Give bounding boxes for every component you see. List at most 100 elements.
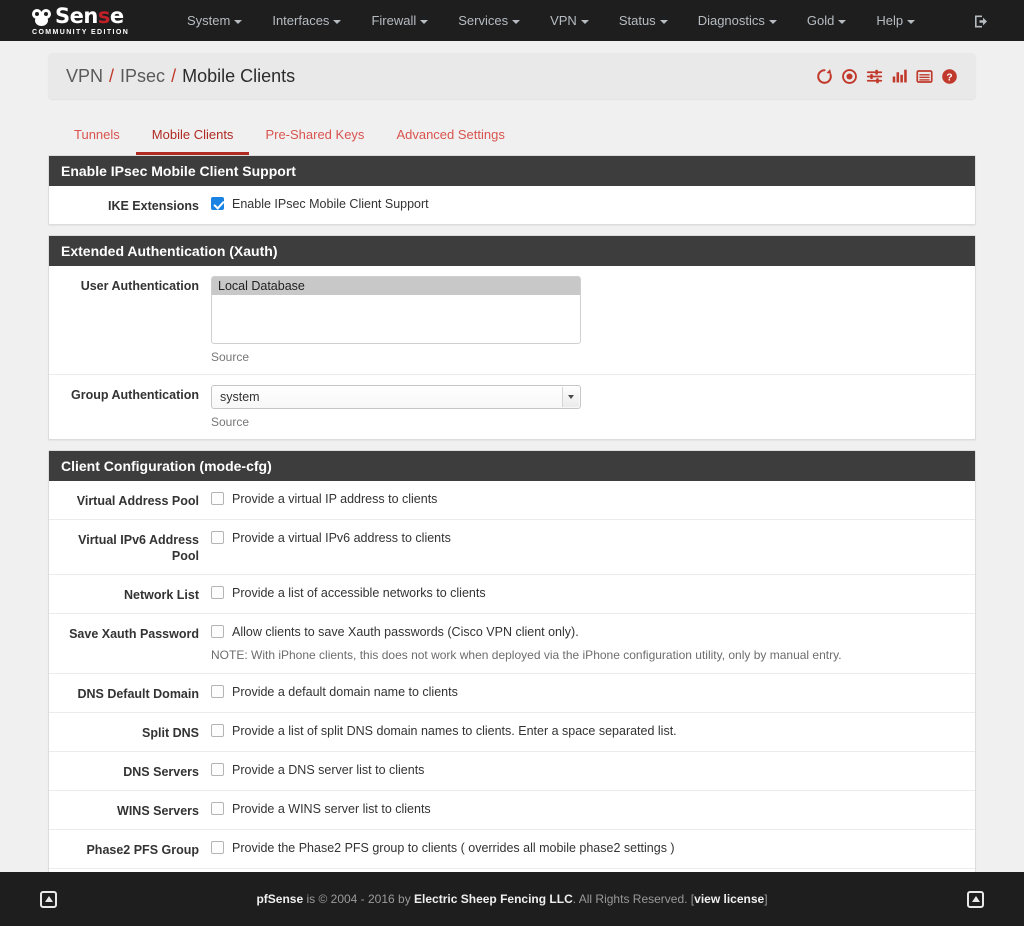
tab-mobile-clients[interactable]: Mobile Clients <box>135 119 250 155</box>
panel-client-configuration: Client Configuration (mode-cfg) Virtual … <box>48 450 976 908</box>
record-icon[interactable] <box>841 68 858 85</box>
brand-subtitle: COMMUNITY EDITION <box>32 28 130 36</box>
field-label: Group Authentication <box>71 388 199 402</box>
checkbox-enable-ipsec-mobile-client-support[interactable] <box>211 197 224 210</box>
checkbox-save-xauth-password[interactable] <box>211 625 224 638</box>
footer-text-c: ] <box>764 892 768 906</box>
breadcrumb-separator: / <box>109 65 115 86</box>
panel-enable-mobile-client-support: Enable IPsec Mobile Client Support IKE E… <box>48 155 976 225</box>
checkbox-label: Provide the Phase2 PFS group to clients … <box>232 841 675 855</box>
checkbox-line: Provide a default domain name to clients <box>211 684 961 700</box>
page-container: VPN / IPsec / Mobile Clients ? Tunnels M… <box>0 53 1024 926</box>
panel-body: IKE Extensions Enable IPsec Mobile Clien… <box>49 186 975 224</box>
checkbox-line: Provide a DNS server list to clients <box>211 762 961 778</box>
field-control: system Source <box>211 385 975 429</box>
tab-tunnels[interactable]: Tunnels <box>58 119 136 155</box>
checkbox-split-dns[interactable] <box>211 724 224 737</box>
footer-company: Electric Sheep Fencing LLC <box>414 892 573 906</box>
form-row-phase2-pfs-group: Phase2 PFS Group Provide the Phase2 PFS … <box>49 830 975 869</box>
nav-item-help[interactable]: Help <box>861 0 930 41</box>
chevron-down-icon <box>580 19 589 24</box>
nav-item-system[interactable]: System <box>172 0 257 41</box>
breadcrumb-item-mobile-clients: Mobile Clients <box>182 65 296 86</box>
checkbox-phase2-pfs-group[interactable] <box>211 841 224 854</box>
logout-button[interactable] <box>962 0 1002 41</box>
footer-text-a: is © 2004 - 2016 by <box>303 892 415 906</box>
footer-product-name: pfSense <box>256 892 304 906</box>
field-control: Provide a virtual IP address to clients <box>211 491 975 509</box>
panel-body: User Authentication Local Database Sourc… <box>49 266 975 439</box>
breadcrumb-item-ipsec[interactable]: IPsec <box>120 66 165 87</box>
checkbox-dns-default-domain[interactable] <box>211 685 224 698</box>
checkbox-network-list[interactable] <box>211 586 224 599</box>
form-row-user-authentication: User Authentication Local Database Sourc… <box>49 266 975 375</box>
svg-text:?: ? <box>946 72 952 83</box>
checkbox-label: Provide a DNS server list to clients <box>232 763 425 777</box>
bar-chart-icon[interactable] <box>891 68 908 85</box>
form-row-virtual-address-pool: Virtual Address Pool Provide a virtual I… <box>49 481 975 520</box>
field-note: NOTE: With iPhone clients, this does not… <box>211 648 842 662</box>
nav-item-firewall[interactable]: Firewall <box>356 0 443 41</box>
checkbox-dns-servers[interactable] <box>211 763 224 776</box>
checkbox-label: Allow clients to save Xauth passwords (C… <box>232 625 579 639</box>
tab-pre-shared-keys[interactable]: Pre-Shared Keys <box>249 119 380 155</box>
field-control: Provide a default domain name to clients <box>211 684 975 702</box>
tab-advanced-settings[interactable]: Advanced Settings <box>380 119 520 155</box>
form-row-group-authentication: Group Authentication system Source <box>49 375 975 439</box>
nav-item-diagnostics[interactable]: Diagnostics <box>683 0 792 41</box>
chevron-down-icon <box>234 19 243 24</box>
nav-item-gold[interactable]: Gold <box>792 0 861 41</box>
field-control: Provide a WINS server list to clients <box>211 801 975 819</box>
list-icon[interactable] <box>916 68 933 85</box>
chevron-down-icon <box>768 19 777 24</box>
field-control: Allow clients to save Xauth passwords (C… <box>211 624 975 663</box>
form-row-ike-extensions: IKE Extensions Enable IPsec Mobile Clien… <box>49 186 975 224</box>
footer-copyright: pfSense is © 2004 - 2016 by Electric She… <box>57 892 967 906</box>
nav-item-status[interactable]: Status <box>604 0 683 41</box>
checkbox-label: Provide a list of accessible networks to… <box>232 586 486 600</box>
group-authentication-select[interactable]: system <box>211 385 581 409</box>
help-icon[interactable]: ? <box>941 68 958 85</box>
field-label: WINS Servers <box>117 804 199 818</box>
scroll-to-top-button-right[interactable] <box>967 890 984 908</box>
field-label: Virtual IPv6 Address Pool <box>78 533 199 563</box>
footer-text-b: . All Rights Reserved. [ <box>572 892 695 906</box>
form-row-dns-servers: DNS Servers Provide a DNS server list to… <box>49 752 975 791</box>
nav-menu: System Interfaces Firewall Services VPN … <box>172 0 930 41</box>
field-label: Phase2 PFS Group <box>86 843 199 857</box>
form-row-wins-servers: WINS Servers Provide a WINS server list … <box>49 791 975 830</box>
checkbox-label: Provide a WINS server list to clients <box>232 802 431 816</box>
checkbox-wins-servers[interactable] <box>211 802 224 815</box>
brand-wordmark: Sense <box>32 6 124 28</box>
field-label: Split DNS <box>142 726 199 740</box>
pfsense-mark-icon <box>32 8 54 26</box>
arrow-up-icon <box>971 896 980 902</box>
nav-item-interfaces[interactable]: Interfaces <box>257 0 356 41</box>
breadcrumb-separator: / <box>171 65 177 86</box>
checkbox-line: Provide a virtual IPv6 address to client… <box>211 530 961 546</box>
panel-title: Enable IPsec Mobile Client Support <box>49 156 975 186</box>
chevron-down-icon <box>512 19 521 24</box>
pfsense-logo[interactable]: Sense COMMUNITY EDITION <box>32 6 150 36</box>
user-authentication-listbox[interactable]: Local Database <box>211 276 581 344</box>
checkbox-virtual-ipv6-address-pool[interactable] <box>211 531 224 544</box>
breadcrumb-item-vpn[interactable]: VPN <box>66 66 103 87</box>
nav-item-services[interactable]: Services <box>443 0 535 41</box>
refresh-icon[interactable] <box>816 68 833 85</box>
field-label: IKE Extensions <box>108 199 199 213</box>
checkbox-virtual-address-pool[interactable] <box>211 492 224 505</box>
view-license-link[interactable]: view license <box>694 892 764 906</box>
breadcrumb-icon-group: ? <box>816 68 958 85</box>
form-row-network-list: Network List Provide a list of accessibl… <box>49 575 975 614</box>
scroll-to-top-button-left[interactable] <box>40 890 57 908</box>
checkbox-line: Provide a virtual IP address to clients <box>211 491 961 507</box>
checkbox-line: Allow clients to save Xauth passwords (C… <box>211 624 961 640</box>
list-item[interactable]: Local Database <box>212 277 580 295</box>
panel-title: Client Configuration (mode-cfg) <box>49 451 975 481</box>
checkbox-line: Provide a list of accessible networks to… <box>211 585 961 601</box>
field-label: User Authentication <box>80 279 199 293</box>
sliders-icon[interactable] <box>866 68 883 85</box>
nav-item-vpn[interactable]: VPN <box>535 0 604 41</box>
field-control: Provide a list of accessible networks to… <box>211 585 975 603</box>
checkbox-line: Provide a list of split DNS domain names… <box>211 723 961 739</box>
